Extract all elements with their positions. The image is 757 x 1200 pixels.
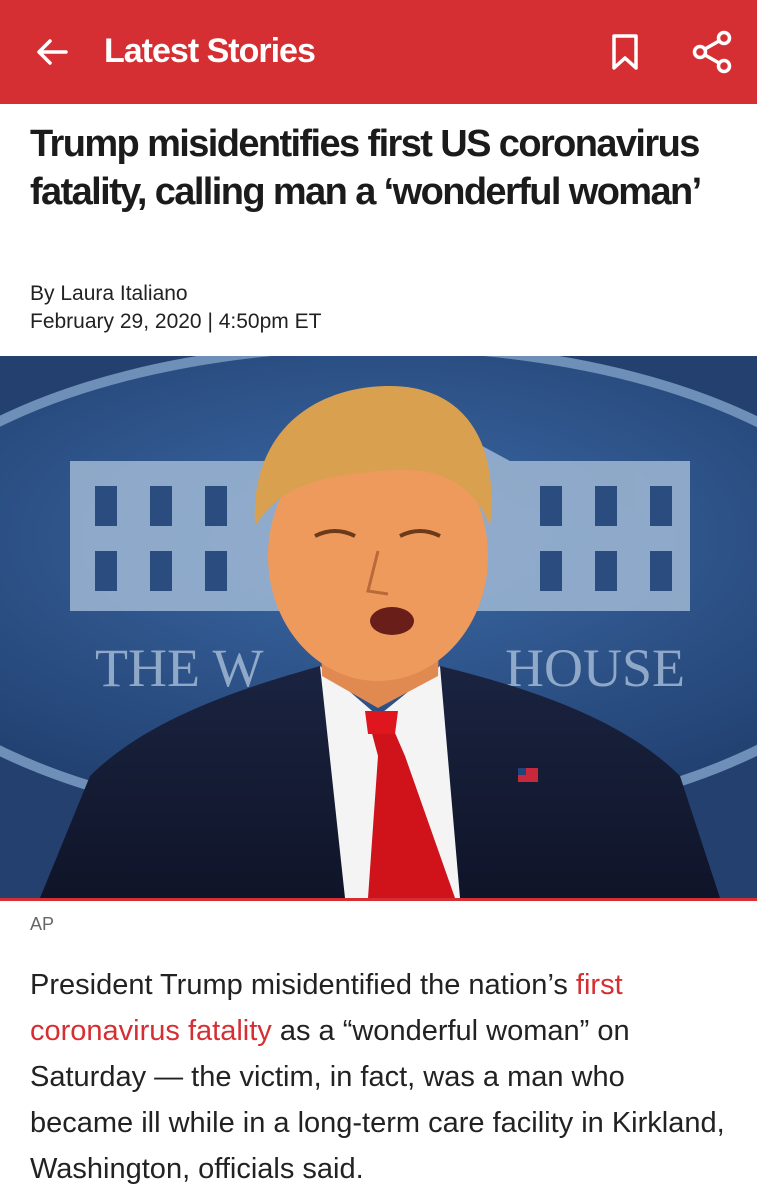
author-name[interactable]: By Laura Italiano [30,280,321,308]
backdrop-text-left: THE W [95,638,263,698]
article-body: President Trump misidentified the nation… [30,962,730,1192]
body-text-start: President Trump misidentified the nation… [30,969,576,1001]
back-button[interactable] [30,30,74,74]
photo-illustration: THE W HOUSE [0,356,757,898]
photo-credit: AP [30,914,55,934]
arrow-left-icon [37,39,68,65]
article-photo[interactable]: THE W HOUSE [0,356,757,901]
share-icon [692,30,732,74]
bookmark-button[interactable] [603,30,647,74]
backdrop-text-right: HOUSE [505,638,685,698]
share-button[interactable] [688,30,736,74]
byline: By Laura Italiano February 29, 2020 | 4:… [30,280,321,336]
app-bar-title: Latest Stories [104,32,316,70]
article-headline: Trump misidentifies first US coronavirus… [30,123,702,213]
top-app-bar: Latest Stories [0,0,757,104]
bookmark-icon [612,34,638,70]
publish-date: February 29, 2020 | 4:50pm ET [30,310,322,333]
